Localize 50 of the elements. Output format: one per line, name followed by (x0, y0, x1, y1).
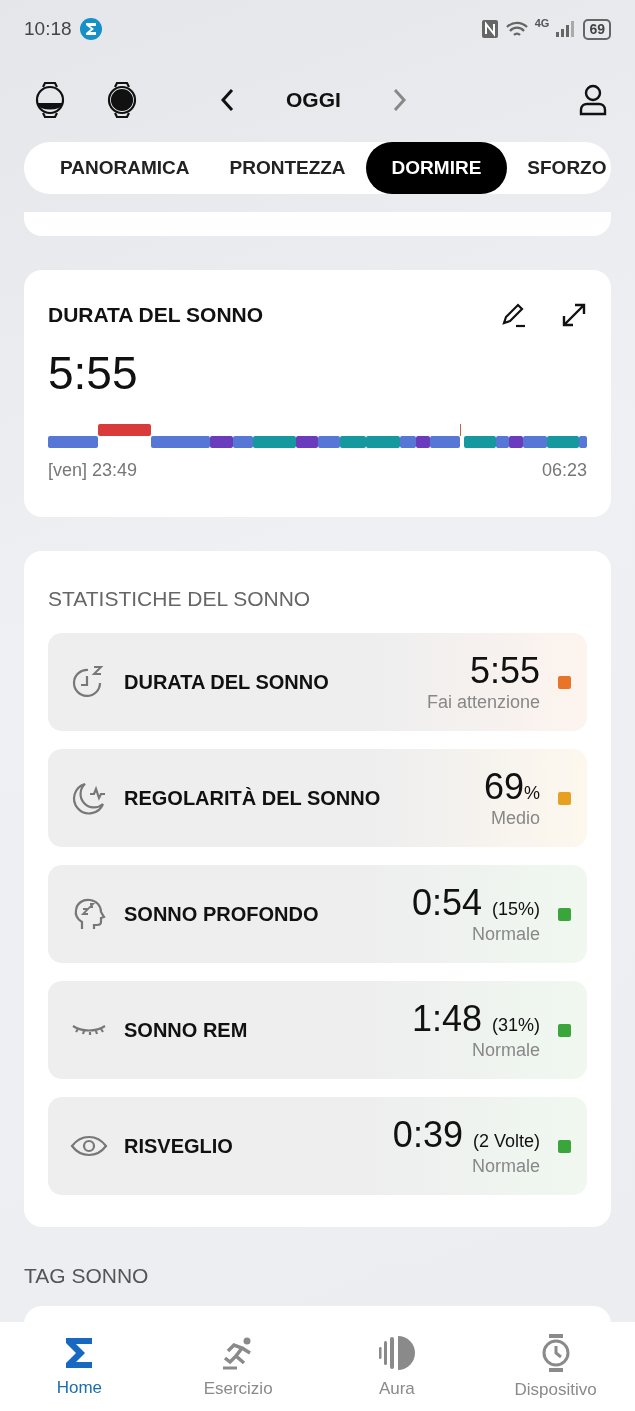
card-title: DURATA DEL SONNO (48, 303, 264, 327)
stat-status: Normale (471, 1156, 540, 1178)
sleep-duration-value: 5:55 (48, 350, 139, 396)
stat-value: 0:54 (15%) (411, 882, 540, 923)
stat-status: Fai attenzione (426, 692, 540, 714)
section-title: STATISTICHE DEL SONNO (48, 587, 312, 611)
stat-label: DURATA DEL SONNO (124, 670, 329, 694)
end-time: 06:23 (541, 460, 587, 481)
stat-row[interactable]: SONNO PROFONDO 0:54 (15%) Normale (48, 865, 587, 963)
stat-row[interactable]: RISVEGLIO 0:39 (2 Volte) Normale (48, 1097, 587, 1195)
watch-outline-icon[interactable] (34, 81, 66, 119)
profile-icon[interactable] (579, 84, 607, 116)
stat-value: 5:55 (469, 650, 540, 691)
tab[interactable]: DORMIRE (365, 142, 508, 194)
chevron-right-icon[interactable] (392, 88, 407, 112)
clock-time: 10:18 (24, 18, 72, 40)
chevron-left-icon[interactable] (220, 88, 234, 112)
network-type: 4G (534, 16, 550, 29)
stat-status: Normale (471, 1040, 540, 1062)
start-time: [ven] 23:49 (48, 460, 138, 481)
watch-filled-icon[interactable] (106, 81, 138, 119)
closed-eye-icon (70, 1023, 108, 1037)
date-label: OGGI (286, 88, 341, 112)
expand-icon[interactable] (561, 302, 587, 328)
aura-waves-icon (377, 1334, 416, 1371)
nav-item[interactable]: Home (14, 1335, 145, 1398)
stat-value: 0:39 (2 Volte) (392, 1114, 540, 1155)
tab[interactable]: PRONTEZZA (209, 142, 366, 194)
tab[interactable]: SFORZO (507, 142, 627, 194)
stat-value: 1:48 (31%) (411, 998, 540, 1039)
stat-value: 69% (483, 766, 540, 807)
nav-item[interactable]: Aura (331, 1334, 462, 1399)
stat-row[interactable]: DURATA DEL SONNO 5:55 Fai attenzione (48, 633, 587, 731)
stat-label: REGOLARITÀ DEL SONNO (124, 786, 381, 810)
stat-label: SONNO REM (124, 1018, 248, 1042)
section-title: TAG SONNO (24, 1264, 150, 1288)
stat-label: SONNO PROFONDO (124, 902, 319, 926)
stat-status: Medio (490, 808, 540, 830)
stat-row[interactable]: SONNO REM 1:48 (31%) Normale (48, 981, 587, 1079)
sigma-icon (64, 1335, 95, 1370)
stat-status: Normale (471, 924, 540, 946)
pencil-icon[interactable] (501, 302, 527, 328)
nav-item[interactable]: Dispositivo (490, 1333, 621, 1400)
stat-row[interactable]: REGOLARITÀ DEL SONNO 69% Medio (48, 749, 587, 847)
battery-level: 69 (583, 18, 611, 40)
stat-label: RISVEGLIO (124, 1134, 233, 1158)
nfc-icon (480, 19, 499, 39)
tab[interactable]: PANORAMICA (40, 142, 210, 194)
sigma-app-icon (79, 18, 102, 40)
nav-item[interactable]: Esercizio (173, 1334, 304, 1399)
